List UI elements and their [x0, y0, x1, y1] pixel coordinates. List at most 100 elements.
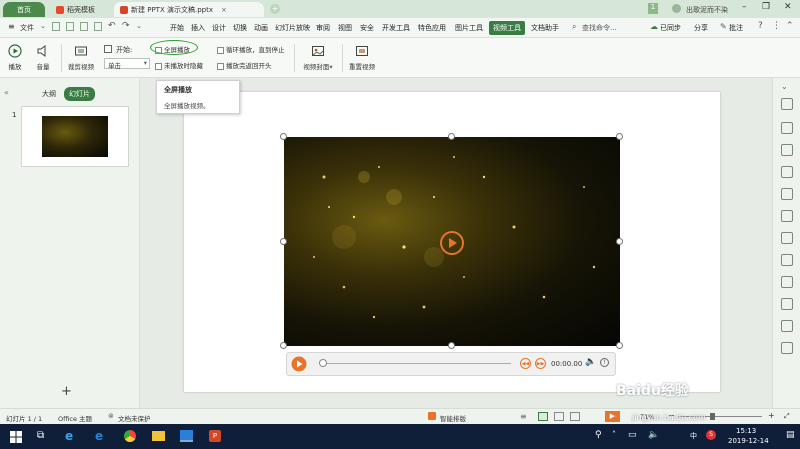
notes-icon[interactable]: ≡ [520, 412, 527, 421]
volume-icon[interactable]: 🔈 [585, 357, 596, 367]
add-slide-button[interactable]: + [61, 384, 72, 399]
menu-animation[interactable]: 动画 [254, 23, 268, 33]
menu-picture-tools[interactable]: 图片工具 [455, 23, 483, 33]
tray-up-icon[interactable]: ˄ [612, 430, 616, 439]
theme-name[interactable]: Office 主题 [58, 413, 92, 423]
more-icon[interactable]: ⌄ [136, 22, 142, 30]
menu-view[interactable]: 视图 [338, 23, 352, 33]
network-icon[interactable]: ▭ [628, 430, 637, 440]
slideshow-icon[interactable]: ▶ [605, 411, 620, 422]
ime-indicator[interactable]: 中 [690, 431, 697, 441]
slide-thumbnail[interactable] [21, 106, 129, 167]
comment-button[interactable]: 批注 [729, 23, 743, 33]
tab-outline[interactable]: 大纲 [42, 89, 56, 99]
transition-icon[interactable] [781, 232, 793, 244]
menu-video-tools[interactable]: 视频工具 [489, 21, 525, 35]
help-icon[interactable]: ? [758, 21, 763, 31]
app-icon[interactable] [180, 430, 193, 442]
sorter-view-icon[interactable] [554, 412, 564, 421]
menu-insert[interactable]: 插入 [191, 23, 205, 33]
menu-developer[interactable]: 开发工具 [382, 23, 410, 33]
menu-doc-assistant[interactable]: 文档助手 [531, 23, 559, 33]
shape-icon[interactable] [781, 122, 793, 134]
save-icon[interactable] [52, 22, 60, 31]
chevron-down-icon[interactable]: ⌄ [781, 82, 793, 94]
person-icon[interactable]: ⚲ [595, 430, 602, 440]
file-menu[interactable]: 文件 [20, 23, 34, 33]
tab-home[interactable]: 首页 [3, 2, 45, 17]
menu-start[interactable]: 开始 [170, 23, 184, 33]
close-window-icon[interactable]: ✕ [784, 2, 792, 12]
play-button[interactable]: 播放 [4, 44, 26, 71]
resize-handle[interactable] [616, 238, 623, 245]
seek-bar[interactable] [327, 363, 511, 364]
search-icon[interactable]: ⌕ [572, 22, 576, 32]
trim-video-button[interactable]: 裁剪视频 [64, 44, 98, 71]
tab-slides[interactable]: 幻灯片 [64, 87, 95, 101]
new-tab-icon[interactable]: + [270, 4, 280, 14]
preview-icon[interactable] [94, 22, 102, 31]
menu-features[interactable]: 特色应用 [418, 23, 446, 33]
rewind-icon[interactable]: ◀◀ [520, 358, 531, 369]
sogou-icon[interactable]: S [706, 430, 716, 440]
redo-icon[interactable]: ↷ [122, 21, 130, 31]
sync-status[interactable]: 已同步 [660, 23, 681, 33]
share-icon[interactable] [781, 276, 793, 288]
account-name[interactable]: 出歌泥而不染 [686, 5, 728, 15]
rewind-checkbox[interactable]: 播放完返回开头 [217, 60, 272, 70]
menu-review[interactable]: 审阅 [316, 23, 330, 33]
info-icon[interactable]: ! [600, 358, 609, 367]
resize-handle[interactable] [448, 133, 455, 140]
forward-icon[interactable]: ▶▶ [535, 358, 546, 369]
video-play-icon[interactable] [439, 230, 465, 256]
menu-design[interactable]: 设计 [212, 23, 226, 33]
more-icon[interactable] [781, 342, 793, 354]
share-button[interactable]: 分享 [694, 23, 708, 33]
avatar[interactable] [672, 4, 681, 13]
maximize-icon[interactable]: ❐ [762, 2, 770, 12]
command-search[interactable]: 查找命令... [582, 23, 617, 33]
reading-view-icon[interactable] [570, 412, 580, 421]
video-cover-button[interactable]: 视频封面▾ [298, 44, 338, 71]
hide-not-playing-checkbox[interactable]: 未播放时隐藏 [155, 60, 203, 70]
backup-icon[interactable] [781, 254, 793, 266]
property-icon[interactable] [781, 188, 793, 200]
volume-tray-icon[interactable]: 🔈 [648, 430, 659, 440]
style-icon[interactable] [781, 166, 793, 178]
close-tab-icon[interactable]: × [221, 6, 227, 14]
notifications-icon[interactable]: ▤ [786, 430, 795, 440]
start-select[interactable]: 单击 ▾ [104, 58, 150, 70]
menu-security[interactable]: 安全 [360, 23, 374, 33]
resize-handle[interactable] [616, 342, 623, 349]
more-options-icon[interactable]: ⋮ [772, 21, 781, 31]
help-icon[interactable] [781, 298, 793, 310]
resize-handle[interactable] [280, 133, 287, 140]
collapse-panel-icon[interactable]: « [4, 88, 9, 97]
collapse-ribbon-icon[interactable]: ⌃ [786, 21, 794, 31]
task-view-icon[interactable]: ⧉ [37, 430, 44, 441]
settings-icon[interactable] [781, 320, 793, 332]
fit-window-icon[interactable]: ⤢ [784, 412, 790, 421]
smart-layout-button[interactable]: 智能排版 [440, 413, 466, 423]
clock-time[interactable]: 15:13 [736, 427, 756, 435]
ie-icon[interactable]: e [65, 429, 73, 443]
loop-checkbox[interactable]: 循环播放，直到停止 [217, 44, 285, 54]
video-object[interactable] [284, 137, 620, 346]
protect-status[interactable]: 文档未保护 [118, 413, 151, 423]
resize-handle[interactable] [616, 133, 623, 140]
animation-icon[interactable] [781, 210, 793, 222]
chevron-down-icon[interactable]: ⌄ [40, 22, 46, 30]
resize-handle[interactable] [448, 342, 455, 349]
chrome-icon[interactable] [124, 430, 136, 442]
undo-icon[interactable]: ↶ [108, 21, 116, 31]
print-icon[interactable] [80, 22, 88, 31]
play-icon[interactable] [291, 356, 307, 372]
zoom-thumb[interactable] [710, 413, 715, 420]
zoom-in-icon[interactable]: + [768, 411, 775, 420]
minimize-icon[interactable]: – [742, 2, 747, 12]
tab-template[interactable]: 稻壳模板 [50, 2, 110, 17]
resize-handle[interactable] [280, 238, 287, 245]
normal-view-icon[interactable] [538, 412, 548, 421]
reset-video-button[interactable]: 重置视频 [345, 44, 379, 71]
volume-button[interactable]: 音量 [30, 44, 56, 71]
